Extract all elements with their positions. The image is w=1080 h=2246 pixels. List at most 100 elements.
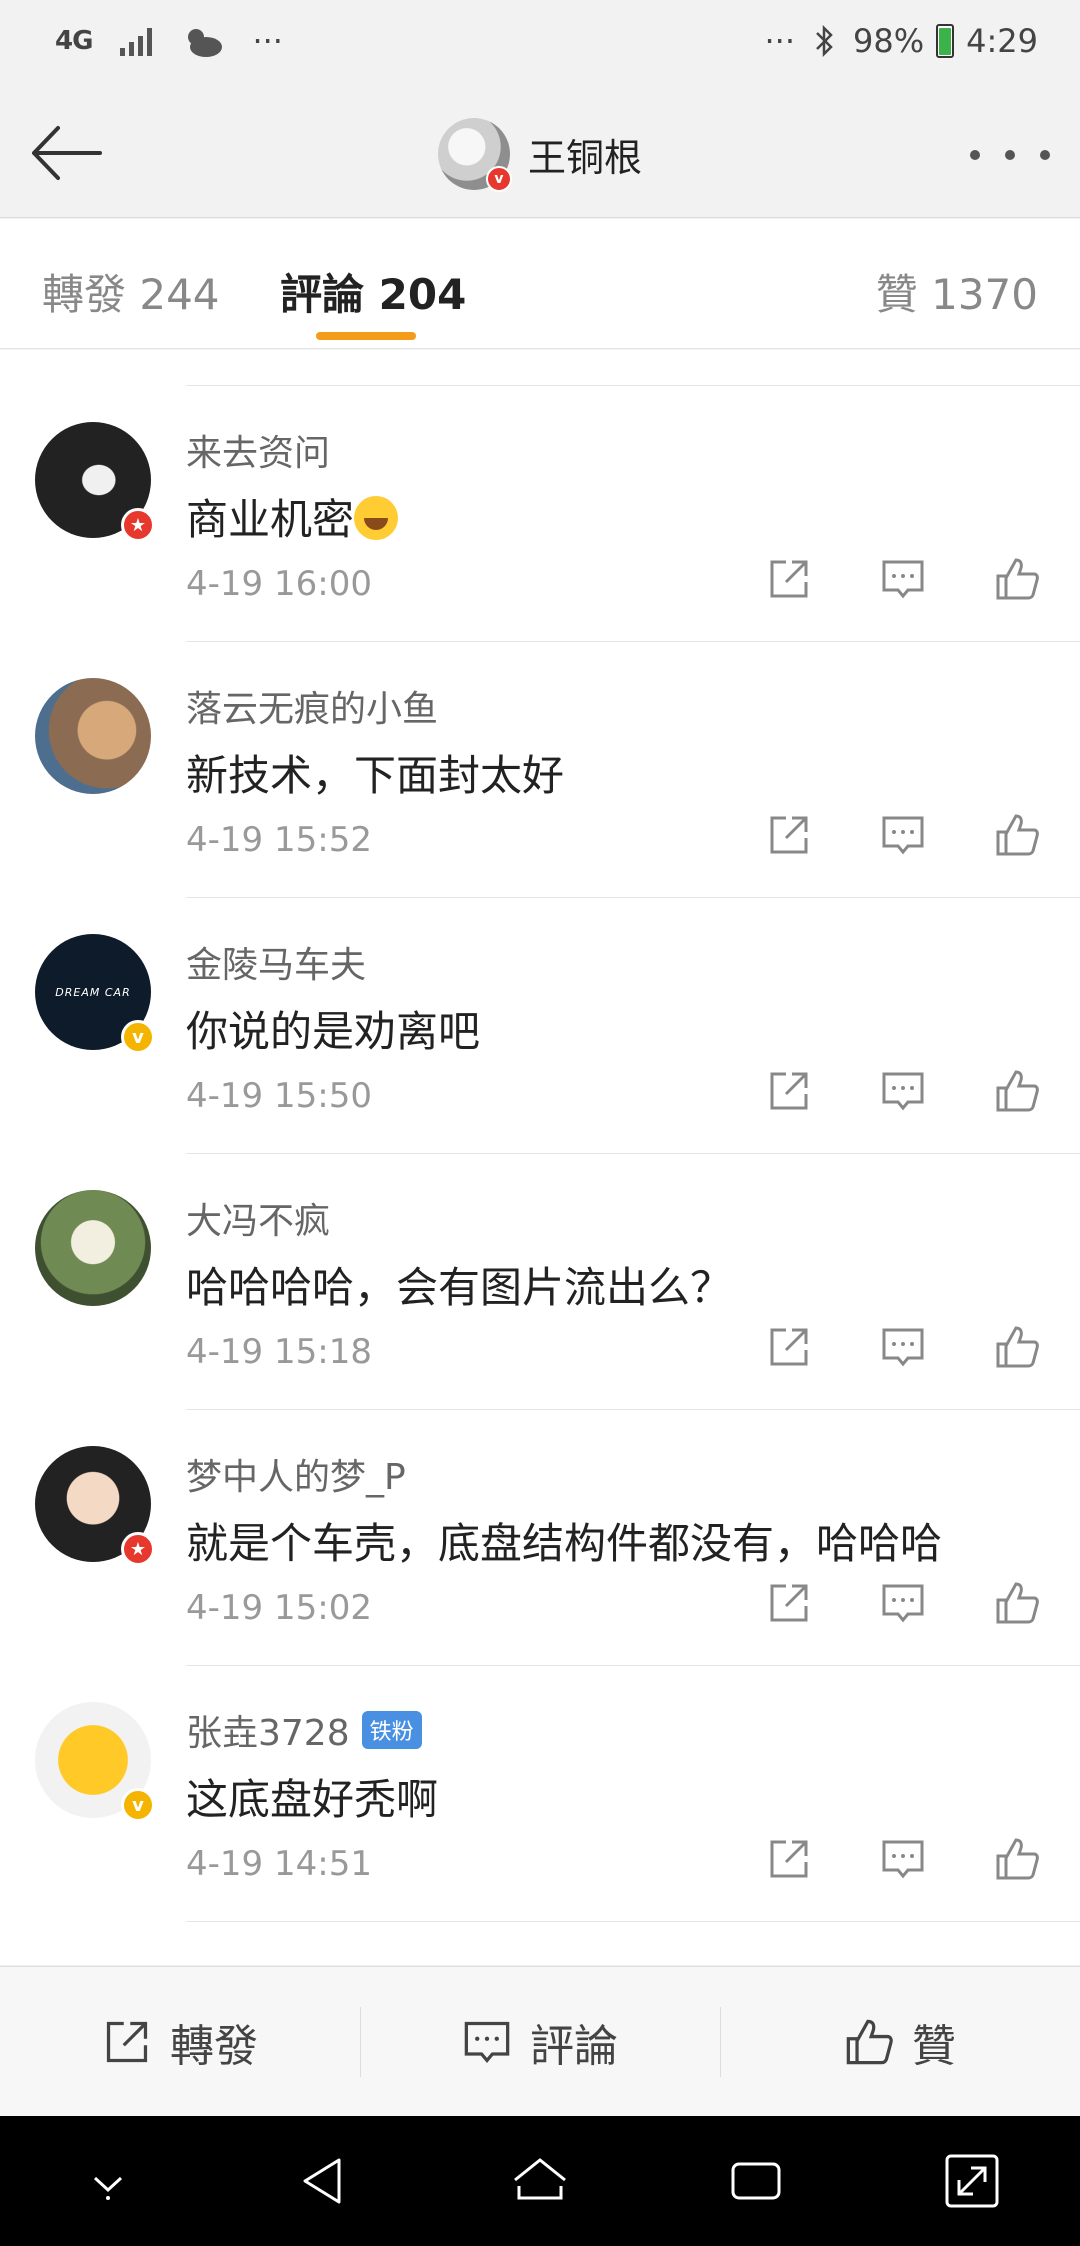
comment-item[interactable]: 大冯不疯 哈哈哈哈，会有图片流出么？ 4-19 15:18: [0, 1154, 1080, 1410]
verified-badge-icon: ★: [121, 1532, 155, 1566]
reply-icon[interactable]: [880, 1068, 926, 1114]
home-nav-icon[interactable]: [505, 2146, 575, 2216]
avatar[interactable]: DREAM CAR v: [35, 934, 155, 1054]
comment-username[interactable]: 大冯不疯: [186, 1192, 330, 1244]
comment-time: 4-19 15:02: [186, 1588, 372, 1628]
comment-icon: [464, 2021, 510, 2063]
reply-icon[interactable]: [880, 1580, 926, 1626]
tab-bar: 轉發 244 評論 204 贊 1370: [0, 219, 1080, 349]
clock: 4:29: [966, 22, 1038, 60]
laughing-emoji-icon: [354, 496, 399, 540]
repost-icon[interactable]: [766, 1324, 812, 1370]
nav-header: v 王铜根: [0, 90, 1080, 218]
more-notifications-icon: ···: [252, 22, 283, 60]
like-icon[interactable]: [994, 812, 1040, 858]
comment-time: 4-19 16:00: [186, 564, 372, 604]
comment-actions: [766, 812, 1040, 858]
comment-text: 新技术，下面封太好: [186, 751, 565, 800]
signal-icon: [120, 26, 153, 56]
like-label: 贊: [912, 2020, 956, 2072]
comment-actions: [766, 1068, 1040, 1114]
comment-username[interactable]: 梦中人的梦_P: [186, 1448, 406, 1500]
comment-list[interactable]: ★ 来去资问 商业机密 4-19 16:00 落云无痕的小鱼 新技术，下面封太好…: [0, 350, 1080, 1965]
verified-badge-icon: ★: [121, 508, 155, 542]
comment-username[interactable]: 金陵马车夫: [186, 936, 366, 988]
comment-button[interactable]: 評論: [360, 1967, 720, 2116]
comment-text: 这底盘好秃啊: [186, 1775, 439, 1824]
back-button[interactable]: [28, 118, 108, 188]
avatar-logo-text: DREAM CAR: [55, 985, 131, 999]
repost-label: 轉發: [170, 2020, 258, 2072]
back-nav-icon[interactable]: [289, 2146, 359, 2216]
avatar[interactable]: [35, 678, 151, 794]
like-icon[interactable]: [994, 1068, 1040, 1114]
battery-percent: 98%: [853, 22, 925, 60]
repost-icon[interactable]: [766, 812, 812, 858]
avatar[interactable]: ★: [35, 1446, 155, 1566]
comment-time: 4-19 15:52: [186, 820, 372, 860]
repost-button[interactable]: 轉發: [0, 1967, 360, 2116]
repost-icon[interactable]: [766, 1836, 812, 1882]
reply-icon[interactable]: [880, 1836, 926, 1882]
like-icon[interactable]: [994, 1324, 1040, 1370]
like-icon: [846, 2019, 893, 2064]
comment-actions: [766, 556, 1040, 602]
recents-nav-icon[interactable]: [721, 2146, 791, 2216]
like-icon[interactable]: [994, 1836, 1040, 1882]
comment-item[interactable]: DREAM CAR v 金陵马车夫 你说的是劝离吧 4-19 15:50: [0, 898, 1080, 1154]
weather-icon: [188, 29, 223, 57]
comment-label: 評論: [530, 2020, 618, 2072]
network-label: 4G: [55, 26, 93, 56]
reply-icon[interactable]: [880, 556, 926, 602]
comment-username[interactable]: 张垚3728 铁粉: [186, 1704, 422, 1756]
reply-icon[interactable]: [880, 1324, 926, 1370]
comment-time: 4-19 15:50: [186, 1076, 372, 1116]
hide-keyboard-icon[interactable]: [73, 2146, 143, 2216]
comment-item[interactable]: ★ 梦中人的梦_P 就是个车壳，底盘结构件都没有，哈哈哈 4-19 15:02: [0, 1410, 1080, 1666]
comment-item[interactable]: v 张垚3728 铁粉 这底盘好秃啊 4-19 14:51: [0, 1666, 1080, 1922]
verified-badge-icon: v: [121, 1788, 155, 1822]
comment-username[interactable]: 落云无痕的小鱼: [186, 680, 438, 732]
divider: [186, 1921, 1080, 1922]
repost-icon: [106, 2021, 148, 2062]
avatar[interactable]: ★: [35, 422, 155, 542]
bottom-action-bar: 轉發 評論 贊: [0, 1966, 1080, 2116]
active-tab-indicator: [316, 332, 416, 340]
comment-item[interactable]: ★ 来去资问 商业机密 4-19 16:00: [0, 386, 1080, 642]
fan-badge: 铁粉: [361, 1711, 422, 1749]
comment-text: 哈哈哈哈，会有图片流出么？: [186, 1263, 733, 1312]
status-bar: 4G ··· ··· 98% 4:29: [0, 0, 1080, 90]
comment-time: 4-19 14:51: [186, 1844, 372, 1884]
avatar[interactable]: [35, 1190, 151, 1306]
comment-actions: [766, 1580, 1040, 1626]
repost-icon[interactable]: [766, 1580, 812, 1626]
more-options-button[interactable]: [970, 130, 1050, 180]
system-nav-bar: [0, 2116, 1080, 2246]
repost-icon[interactable]: [766, 556, 812, 602]
comment-text: 商业机密: [186, 486, 399, 547]
like-button[interactable]: 贊: [720, 1967, 1080, 2116]
comment-time: 4-19 15:18: [186, 1332, 372, 1372]
post-author[interactable]: v 王铜根: [438, 118, 643, 192]
reply-icon[interactable]: [880, 812, 926, 858]
comment-actions: [766, 1836, 1040, 1882]
like-icon[interactable]: [994, 1580, 1040, 1626]
bluetooth-icon: [816, 24, 833, 58]
like-icon[interactable]: [994, 556, 1040, 602]
comment-actions: [766, 1324, 1040, 1370]
tab-comments[interactable]: 評論 204: [280, 261, 466, 322]
verified-badge-icon: v: [486, 166, 512, 192]
verified-badge-icon: v: [121, 1020, 155, 1054]
comment-text: 就是个车壳，底盘结构件都没有，哈哈哈: [186, 1519, 943, 1568]
repost-icon[interactable]: [766, 1068, 812, 1114]
tab-reposts[interactable]: 轉發 244: [42, 261, 220, 322]
list-item-partial: [186, 350, 1080, 386]
expand-icon[interactable]: [937, 2146, 1007, 2216]
comment-text: 你说的是劝离吧: [186, 1007, 481, 1056]
page-title: 王铜根: [528, 135, 643, 180]
comment-item[interactable]: 落云无痕的小鱼 新技术，下面封太好 4-19 15:52: [0, 642, 1080, 898]
comment-username[interactable]: 来去资问: [186, 424, 330, 476]
avatar[interactable]: v: [35, 1702, 155, 1822]
author-avatar[interactable]: v: [438, 118, 512, 192]
tab-likes[interactable]: 贊 1370: [876, 261, 1038, 322]
